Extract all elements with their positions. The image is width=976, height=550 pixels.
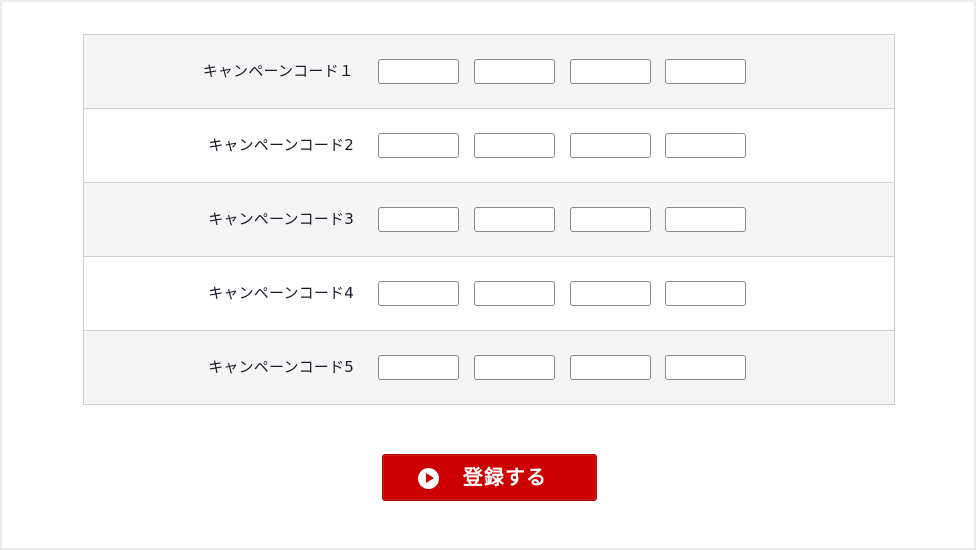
campaign-code-2-field-1[interactable] bbox=[378, 133, 459, 158]
campaign-code-5-field-3[interactable] bbox=[570, 355, 651, 380]
campaign-code-2-field-3[interactable] bbox=[570, 133, 651, 158]
campaign-code-row-4: キャンペーンコード4 bbox=[84, 257, 894, 331]
campaign-code-form: キャンペーンコード１ キャンペーンコード2 キャンペーンコード3 キャンペーンコ… bbox=[83, 34, 895, 405]
campaign-code-2-field-2[interactable] bbox=[474, 133, 555, 158]
campaign-code-2-field-4[interactable] bbox=[665, 133, 746, 158]
register-button[interactable]: 登録する bbox=[382, 454, 597, 501]
campaign-code-3-field-1[interactable] bbox=[378, 207, 459, 232]
campaign-code-5-field-4[interactable] bbox=[665, 355, 746, 380]
campaign-code-label-1: キャンペーンコード１ bbox=[202, 62, 354, 80]
campaign-code-5-field-2[interactable] bbox=[474, 355, 555, 380]
campaign-code-row-1: キャンペーンコード１ bbox=[84, 35, 894, 109]
page-frame: キャンペーンコード１ キャンペーンコード2 キャンペーンコード3 キャンペーンコ… bbox=[2, 2, 974, 548]
campaign-code-1-field-3[interactable] bbox=[570, 59, 651, 84]
campaign-code-row-3: キャンペーンコード3 bbox=[84, 183, 894, 257]
campaign-code-label-2: キャンペーンコード2 bbox=[208, 136, 354, 154]
campaign-code-4-field-1[interactable] bbox=[378, 281, 459, 306]
campaign-code-label-3: キャンペーンコード3 bbox=[208, 210, 354, 228]
campaign-code-label-4: キャンペーンコード4 bbox=[208, 284, 354, 302]
campaign-code-1-field-4[interactable] bbox=[665, 59, 746, 84]
campaign-code-3-field-3[interactable] bbox=[570, 207, 651, 232]
campaign-code-5-field-1[interactable] bbox=[378, 355, 459, 380]
campaign-code-3-field-4[interactable] bbox=[665, 207, 746, 232]
campaign-code-4-field-4[interactable] bbox=[665, 281, 746, 306]
register-button-label: 登録する bbox=[463, 465, 547, 489]
campaign-code-label-5: キャンペーンコード5 bbox=[208, 358, 354, 376]
campaign-code-row-2: キャンペーンコード2 bbox=[84, 109, 894, 183]
campaign-code-4-field-3[interactable] bbox=[570, 281, 651, 306]
campaign-code-row-5: キャンペーンコード5 bbox=[84, 331, 894, 404]
campaign-code-1-field-1[interactable] bbox=[378, 59, 459, 84]
play-circle-icon bbox=[418, 468, 439, 489]
campaign-code-3-field-2[interactable] bbox=[474, 207, 555, 232]
campaign-code-1-field-2[interactable] bbox=[474, 59, 555, 84]
campaign-code-4-field-2[interactable] bbox=[474, 281, 555, 306]
